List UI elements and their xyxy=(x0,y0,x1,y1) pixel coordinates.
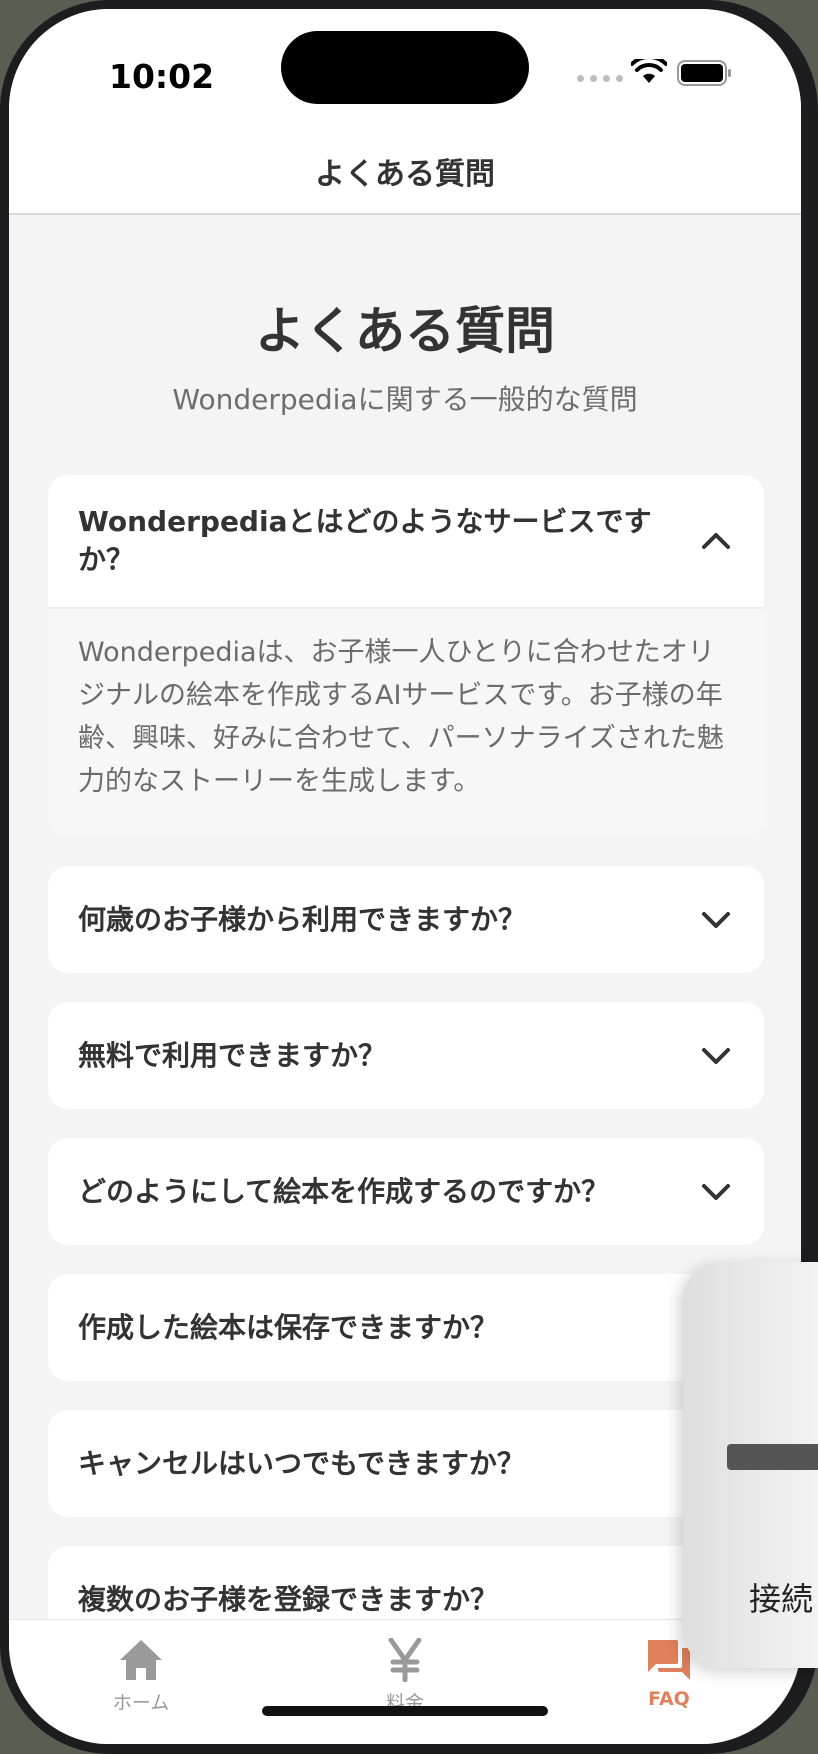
faq-question: どのようにして絵本を作成するのですか？ xyxy=(78,1174,610,1208)
status-bar: 10:02 xyxy=(9,9,801,129)
faq-item: キャンセルはいつでもできますか？ xyxy=(48,1410,764,1517)
tab-pricing[interactable]: 料金 xyxy=(325,1637,485,1715)
popup-text: 接続 xyxy=(749,1580,814,1618)
faq-item: 作成した絵本は保存できますか？ xyxy=(48,1274,764,1381)
tab-home[interactable]: ホーム xyxy=(61,1638,221,1715)
tab-bar: ホーム 料金 FAQ xyxy=(9,1619,801,1744)
chevron-down-icon xyxy=(702,1047,730,1064)
status-time: 10:02 xyxy=(109,57,215,96)
tab-faq-label: FAQ xyxy=(648,1688,690,1710)
faq-question: 何歳のお子様から利用できますか？ xyxy=(78,902,527,936)
page-subtitle: Wonderpediaに関する一般的な質問 xyxy=(172,383,638,416)
faq-question: Wonderpediaとはどのようなサービスですか？ xyxy=(78,505,652,576)
nav-title: よくある質問 xyxy=(315,157,495,192)
faq-answer: Wonderpediaは、お子様一人ひとりに合わせたオリジナルの絵本を作成するA… xyxy=(48,609,764,837)
device-illustration xyxy=(727,1444,818,1470)
wifi-icon xyxy=(631,59,667,83)
dynamic-island xyxy=(281,31,529,104)
home-indicator xyxy=(262,1706,548,1716)
faq-question: 作成した絵本は保存できますか？ xyxy=(78,1310,499,1344)
faq-question-toggle[interactable]: どのようにして絵本を作成するのですか？ xyxy=(48,1138,764,1245)
faq-item: 無料で利用できますか？ xyxy=(48,1002,764,1109)
signal-dots-icon xyxy=(577,75,623,82)
battery-icon xyxy=(677,60,731,86)
faq-item: 複数のお子様を登録できますか？ xyxy=(48,1546,764,1619)
page-title: よくある質問 xyxy=(255,302,555,360)
chevron-up-icon xyxy=(702,533,730,549)
faq-question: 複数のお子様を登録できますか？ xyxy=(78,1582,499,1616)
tab-home-label: ホーム xyxy=(112,1692,170,1714)
faq-question-toggle[interactable]: 無料で利用できますか？ xyxy=(48,1002,764,1109)
faq-question: 無料で利用できますか？ xyxy=(78,1038,387,1072)
faq-question-toggle[interactable]: 作成した絵本は保存できますか？ xyxy=(48,1274,764,1381)
faq-question: キャンセルはいつでもできますか？ xyxy=(78,1446,525,1480)
faq-item: Wonderpediaとはどのようなサービスですか？ Wonderpediaは、… xyxy=(48,475,764,837)
chevron-down-icon xyxy=(702,1183,730,1200)
faq-item: どのようにして絵本を作成するのですか？ xyxy=(48,1138,764,1245)
faq-question-toggle[interactable]: キャンセルはいつでもできますか？ xyxy=(48,1410,764,1517)
yen-icon xyxy=(388,1637,422,1683)
nav-header: よくある質問 xyxy=(9,129,801,215)
faq-question-toggle[interactable]: 何歳のお子様から利用できますか？ xyxy=(48,866,764,973)
home-icon xyxy=(120,1640,162,1680)
faq-item: 何歳のお子様から利用できますか？ xyxy=(48,866,764,973)
faq-list: Wonderpediaとはどのようなサービスですか？ Wonderpediaは、… xyxy=(48,475,764,1619)
connection-popup[interactable]: 接続 xyxy=(683,1262,818,1668)
faq-question-toggle[interactable]: Wonderpediaとはどのようなサービスですか？ xyxy=(48,475,764,609)
faq-question-toggle[interactable]: 複数のお子様を登録できますか？ xyxy=(48,1546,764,1619)
chevron-down-icon xyxy=(702,911,730,928)
